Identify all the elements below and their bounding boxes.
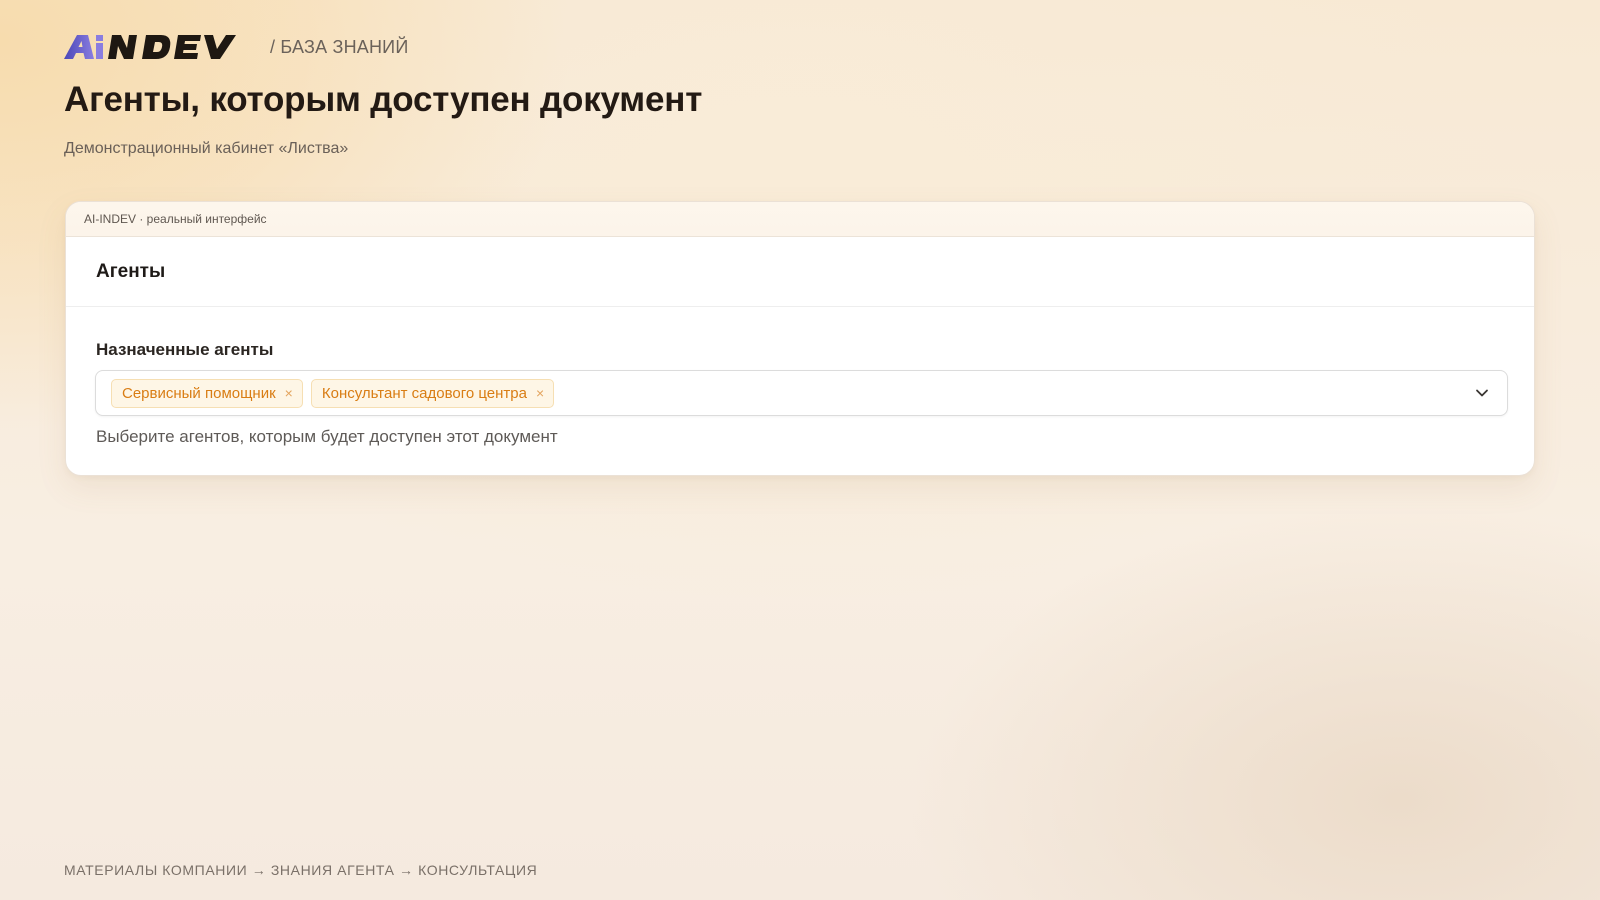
card-caption-bar: AI-INDEV · реальный интерфейс — [66, 202, 1534, 237]
footer-flow-path: МАТЕРИАЛЫ КОМПАНИИ → ЗНАНИЯ АГЕНТА → КОН… — [64, 862, 538, 878]
agents-multiselect[interactable]: Сервисный помощник × Консультант садовог… — [95, 370, 1508, 416]
field-help-text: Выберите агентов, которым будет доступен… — [96, 427, 558, 446]
brand-header: / БАЗА ЗНАНИЙ — [64, 30, 408, 62]
close-icon[interactable]: × — [536, 386, 544, 400]
panel-header: Агенты — [66, 237, 1534, 307]
close-icon[interactable]: × — [285, 386, 293, 400]
assigned-agents-label: Назначенные агенты — [96, 340, 274, 359]
agent-tag-label: Сервисный помощник — [122, 384, 276, 402]
chevron-down-icon[interactable] — [1473, 384, 1491, 402]
agent-tag: Сервисный помощник × — [111, 378, 303, 408]
aindev-logo[interactable] — [64, 30, 248, 62]
page-title: Агенты, которым доступен документ — [64, 80, 703, 119]
card-caption: AI-INDEV · реальный интерфейс — [84, 212, 267, 226]
agents-card: AI-INDEV · реальный интерфейс Агенты Наз… — [65, 201, 1535, 476]
agent-tag: Консультант садового центра × — [310, 378, 555, 408]
aindev-logo-graphic — [64, 35, 236, 59]
page-subtitle: Демонстрационный кабинет «Листва» — [64, 140, 349, 157]
panel-title: Агенты — [96, 260, 166, 282]
section-breadcrumb[interactable]: / БАЗА ЗНАНИЙ — [270, 37, 408, 58]
agent-tag-label: Консультант садового центра — [321, 384, 527, 402]
